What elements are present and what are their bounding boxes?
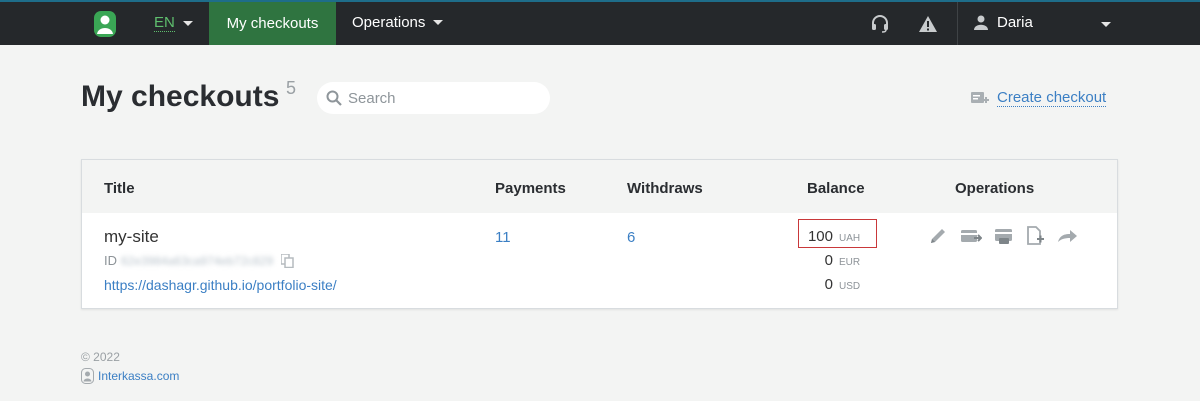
footer-brand[interactable]: Interkassa.com [81, 368, 179, 384]
chevron-down-icon[interactable] [1101, 22, 1111, 27]
checkout-url-link[interactable]: https://dashagr.github.io/portfolio-site… [104, 277, 337, 293]
search-input[interactable] [348, 89, 538, 107]
interkassa-logo-icon [81, 368, 94, 384]
language-dropdown[interactable]: EN [154, 14, 193, 32]
copyright: © 2022 [81, 350, 120, 364]
column-operations: Operations [955, 180, 1035, 197]
balance-currency: UAH [839, 233, 861, 244]
search-box[interactable] [317, 82, 550, 114]
copy-icon[interactable] [281, 253, 294, 268]
balance-amount: 100 [807, 228, 833, 245]
top-navbar: EN My checkouts Operations Daria [0, 0, 1200, 45]
warning-icon[interactable] [918, 14, 938, 34]
chevron-down-icon [433, 20, 444, 25]
language-code: EN [154, 14, 175, 32]
balance-currency: EUR [839, 257, 861, 268]
interkassa-logo-icon[interactable] [93, 10, 117, 38]
id-label: ID [104, 253, 117, 268]
payments-count-link[interactable]: 11 [495, 229, 511, 246]
checkouts-table: Title Payments Withdraws Balance Operati… [81, 159, 1118, 309]
balance-eur: 0 EUR [793, 252, 863, 269]
column-balance: Balance [807, 180, 865, 197]
headset-icon[interactable] [870, 14, 890, 34]
operations-menu-label: Operations [352, 14, 426, 31]
user-menu[interactable]: Daria [974, 14, 1033, 31]
balance-usd: 0 USD [793, 276, 863, 293]
forward-icon[interactable] [1056, 226, 1078, 246]
page-title: My checkouts [81, 80, 280, 113]
column-withdraws: Withdraws [627, 180, 703, 197]
checkout-id: ID 62e3984a63ca974eb72c829 [104, 253, 294, 268]
create-checkout[interactable]: Create checkout [971, 89, 1107, 107]
payment-card-icon[interactable] [960, 226, 982, 246]
withdraws-count-link[interactable]: 6 [627, 229, 635, 246]
add-checkout-icon [971, 92, 989, 103]
user-name: Daria [997, 14, 1033, 31]
tab-my-checkouts[interactable]: My checkouts [209, 2, 336, 45]
id-value: 62e3984a63ca974eb72c829 [121, 253, 274, 268]
document-add-icon[interactable] [1026, 226, 1044, 246]
column-title: Title [104, 180, 135, 197]
operations-icons [928, 226, 1078, 246]
search-icon [326, 90, 342, 106]
checkout-title[interactable]: my-site [104, 227, 159, 247]
create-checkout-link[interactable]: Create checkout [997, 89, 1107, 107]
withdraw-card-icon[interactable] [994, 226, 1014, 246]
user-icon [974, 15, 988, 30]
table-header: Title Payments Withdraws Balance Operati… [82, 160, 1117, 213]
chevron-down-icon [182, 20, 193, 26]
balance-amount: 0 [824, 276, 833, 293]
edit-icon[interactable] [928, 226, 948, 246]
nav-divider [957, 2, 958, 45]
footer-brand-link[interactable]: Interkassa.com [98, 369, 179, 383]
balance-currency: USD [839, 281, 861, 292]
balance-amount: 0 [824, 252, 833, 269]
balance-uah: 100 UAH [793, 228, 863, 245]
column-payments: Payments [495, 180, 566, 197]
checkout-count: 5 [286, 78, 297, 98]
operations-menu[interactable]: Operations [352, 14, 444, 31]
